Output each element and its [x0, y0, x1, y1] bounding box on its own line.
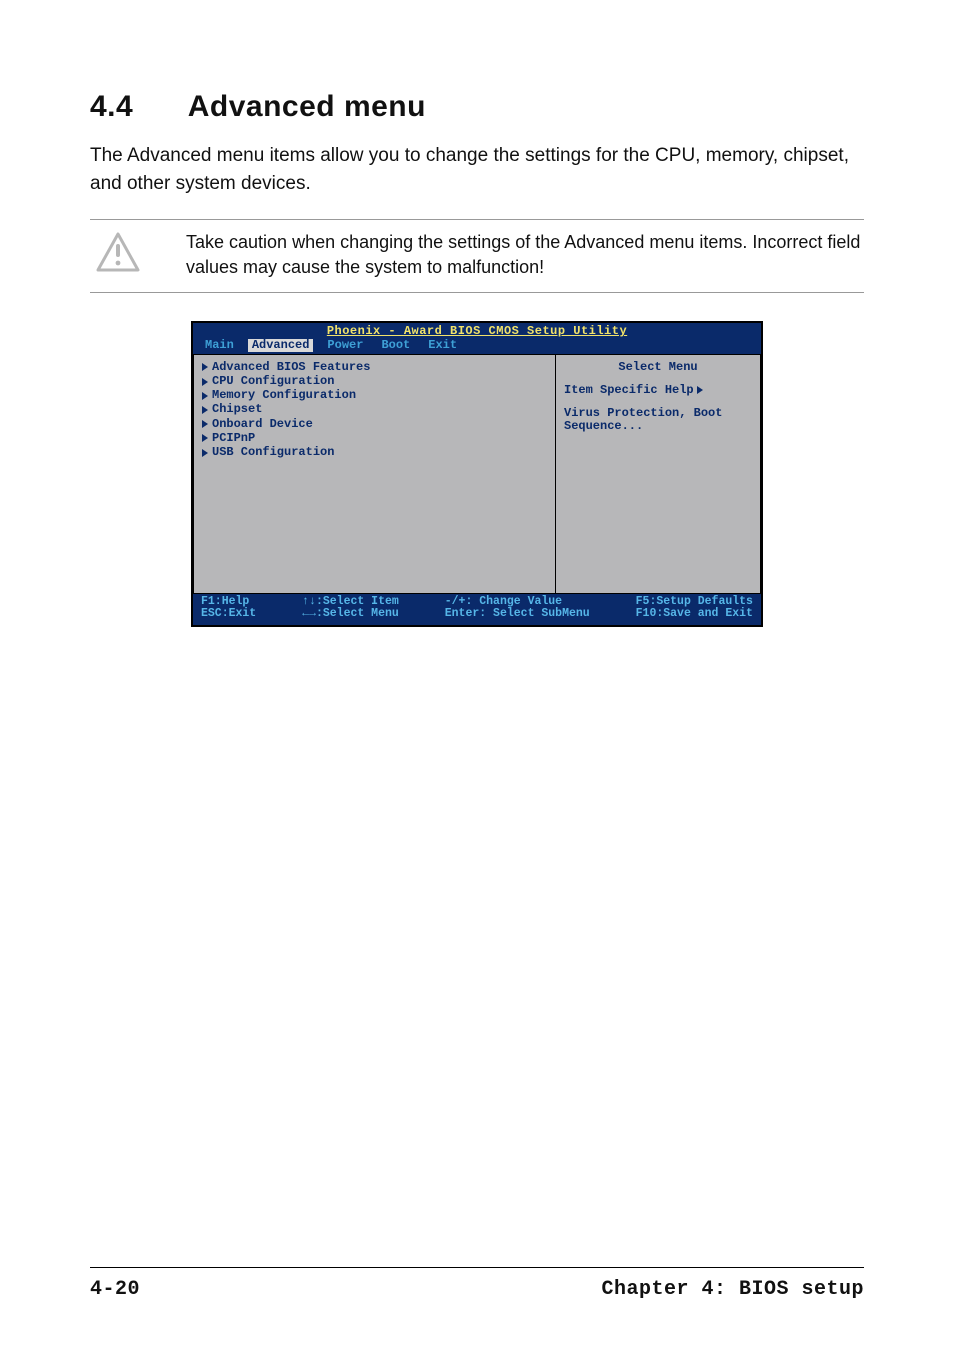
tab-exit[interactable]: Exit	[424, 339, 461, 352]
caution-icon	[90, 230, 150, 272]
bios-title: Phoenix - Award BIOS CMOS Setup Utility	[193, 323, 761, 338]
bios-help-pane: Select Menu Item Specific Help Virus Pro…	[555, 354, 761, 594]
page-number: 4-20	[90, 1278, 140, 1301]
triangle-icon	[202, 434, 208, 442]
menu-item-memory-configuration[interactable]: Memory Configuration	[200, 389, 549, 403]
section-heading: 4.4 Advanced menu	[90, 90, 864, 124]
section-intro: The Advanced menu items allow you to cha…	[90, 142, 864, 197]
bios-menu-pane: Advanced BIOS Features CPU Configuration…	[193, 354, 555, 594]
section-number: 4.4	[90, 90, 180, 124]
legend-col4: F5:Setup Defaults F10:Save and Exit	[636, 596, 753, 621]
help-text: Virus Protection, Boot Sequence...	[564, 407, 752, 433]
tab-advanced[interactable]: Advanced	[248, 339, 314, 352]
tab-main[interactable]: Main	[201, 339, 238, 352]
section-title-text: Advanced menu	[188, 90, 426, 123]
help-label: Item Specific Help	[564, 384, 752, 397]
menu-item-cpu-configuration[interactable]: CPU Configuration	[200, 375, 549, 389]
triangle-icon	[202, 392, 208, 400]
tab-power[interactable]: Power	[323, 339, 367, 352]
tab-boot[interactable]: Boot	[377, 339, 414, 352]
caution-text: Take caution when changing the settings …	[150, 230, 864, 280]
legend-col2: ↑↓:Select Item ←→:Select Menu	[302, 596, 399, 621]
menu-item-chipset[interactable]: Chipset	[200, 403, 549, 417]
triangle-icon	[202, 420, 208, 428]
bios-screenshot: Phoenix - Award BIOS CMOS Setup Utility …	[191, 321, 763, 627]
bios-menubar: Main Advanced Power Boot Exit	[193, 339, 761, 354]
menu-item-usb-configuration[interactable]: USB Configuration	[200, 446, 549, 460]
triangle-icon	[202, 449, 208, 457]
triangle-icon	[202, 363, 208, 371]
help-pane-title: Select Menu	[564, 361, 752, 374]
chapter-label: Chapter 4: BIOS setup	[601, 1278, 864, 1301]
triangle-icon	[697, 386, 703, 394]
legend-col1: F1:Help ESC:Exit	[201, 596, 256, 621]
caution-block: Take caution when changing the settings …	[90, 219, 864, 293]
triangle-icon	[202, 378, 208, 386]
menu-item-pcipnp[interactable]: PCIPnP	[200, 432, 549, 446]
triangle-icon	[202, 406, 208, 414]
page-footer: 4-20 Chapter 4: BIOS setup	[90, 1267, 864, 1301]
bios-key-legend: F1:Help ESC:Exit ↑↓:Select Item ←→:Selec…	[193, 594, 761, 625]
menu-item-onboard-device[interactable]: Onboard Device	[200, 418, 549, 432]
legend-col3: -/+: Change Value Enter: Select SubMenu	[445, 596, 590, 621]
menu-item-advanced-bios-features[interactable]: Advanced BIOS Features	[200, 361, 549, 375]
